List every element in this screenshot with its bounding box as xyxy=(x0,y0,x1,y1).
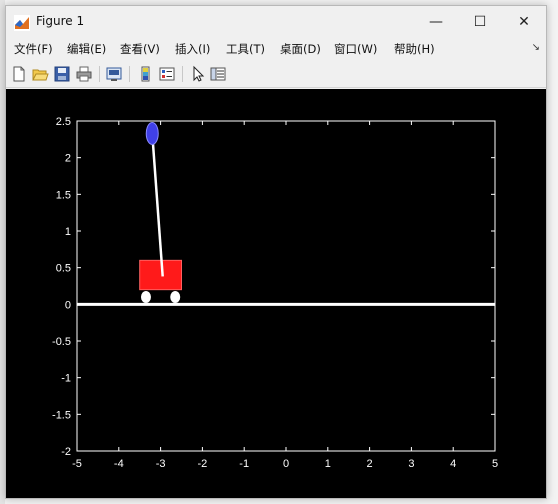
menu-file[interactable]: 文件(F) xyxy=(14,41,53,57)
window-title: Figure 1 xyxy=(36,14,85,28)
y-tick-label: -2 xyxy=(61,446,71,458)
title-bar[interactable]: Figure 1 — ☐ ✕ xyxy=(6,6,546,38)
menu-overflow-arrow-icon[interactable]: ↘ xyxy=(532,42,540,53)
figure-toolbar xyxy=(6,61,546,88)
x-tick-label: -1 xyxy=(239,458,249,470)
cart-wheel xyxy=(140,291,151,303)
menu-help[interactable]: 帮助(H) xyxy=(394,41,435,57)
x-tick-label: -5 xyxy=(72,458,82,470)
x-tick-label: -4 xyxy=(114,458,124,470)
close-button[interactable]: ✕ xyxy=(502,6,546,38)
menu-edit[interactable]: 编辑(E) xyxy=(67,41,106,57)
figure-canvas[interactable]: -5 -4 -3 -2 -1 0 1 2 3 4 5 -2 -1.5 -1 -0.5 0 0.5 1 1.5 2 2.5 xyxy=(6,89,546,498)
y-tick-label: 2.5 xyxy=(56,116,71,128)
colorbar-icon[interactable] xyxy=(137,65,155,83)
minimize-icon: — xyxy=(429,14,443,30)
print-icon[interactable] xyxy=(75,65,93,83)
y-tick-label: 2 xyxy=(65,153,71,165)
x-tick-label: 3 xyxy=(408,458,414,470)
x-tick-label: -3 xyxy=(156,458,166,470)
property-inspector-icon[interactable] xyxy=(209,65,227,83)
menu-insert[interactable]: 插入(I) xyxy=(175,41,210,57)
matlab-logo-icon xyxy=(14,15,30,31)
x-tick-label: 4 xyxy=(450,458,456,470)
toolbar-separator xyxy=(182,66,183,82)
edit-plot-pointer-icon[interactable] xyxy=(189,65,207,83)
toolbar-separator xyxy=(99,66,100,82)
y-tick-label: -1 xyxy=(61,373,71,385)
x-tick-label: 1 xyxy=(325,458,331,470)
menu-view[interactable]: 查看(V) xyxy=(120,41,160,57)
close-icon: ✕ xyxy=(518,14,530,30)
x-tick-label: 5 xyxy=(492,458,498,470)
x-tick-label: -2 xyxy=(198,458,208,470)
legend-icon[interactable] xyxy=(158,65,176,83)
minimize-button[interactable]: — xyxy=(414,6,458,38)
y-tick-label: 0 xyxy=(65,299,71,311)
toolbar-separator xyxy=(129,66,130,82)
save-icon[interactable] xyxy=(53,65,71,83)
menu-tools[interactable]: 工具(T) xyxy=(226,41,265,57)
open-file-icon[interactable] xyxy=(31,65,49,83)
y-tick-label: 1.5 xyxy=(56,189,71,201)
maximize-button[interactable]: ☐ xyxy=(458,6,502,38)
y-tick-label: 0.5 xyxy=(56,263,71,275)
menu-desktop[interactable]: 桌面(D) xyxy=(280,41,321,57)
link-plot-icon[interactable] xyxy=(105,65,123,83)
menu-window[interactable]: 窗口(W) xyxy=(334,41,377,57)
x-tick-label: 0 xyxy=(283,458,289,470)
figure-window: Figure 1 — ☐ ✕ 文件(F) 编辑(E) 查看(V) 插入(I) 工… xyxy=(5,5,547,499)
menu-bar: 文件(F) 编辑(E) 查看(V) 插入(I) 工具(T) 桌面(D) 窗口(W… xyxy=(6,38,546,60)
y-tick-label: 1 xyxy=(65,226,71,238)
pendulum-bob xyxy=(145,121,159,145)
y-tick-label: -1.5 xyxy=(52,409,71,421)
new-figure-icon[interactable] xyxy=(10,65,28,83)
x-tick-label: 2 xyxy=(367,458,373,470)
cart-pole-plot[interactable]: -5 -4 -3 -2 -1 0 1 2 3 4 5 -2 -1.5 -1 -0.5 0 0.5 1 1.5 2 2.5 xyxy=(6,89,546,498)
y-tick-label: -0.5 xyxy=(52,336,71,348)
maximize-icon: ☐ xyxy=(473,14,487,30)
cart-wheel xyxy=(170,291,181,303)
